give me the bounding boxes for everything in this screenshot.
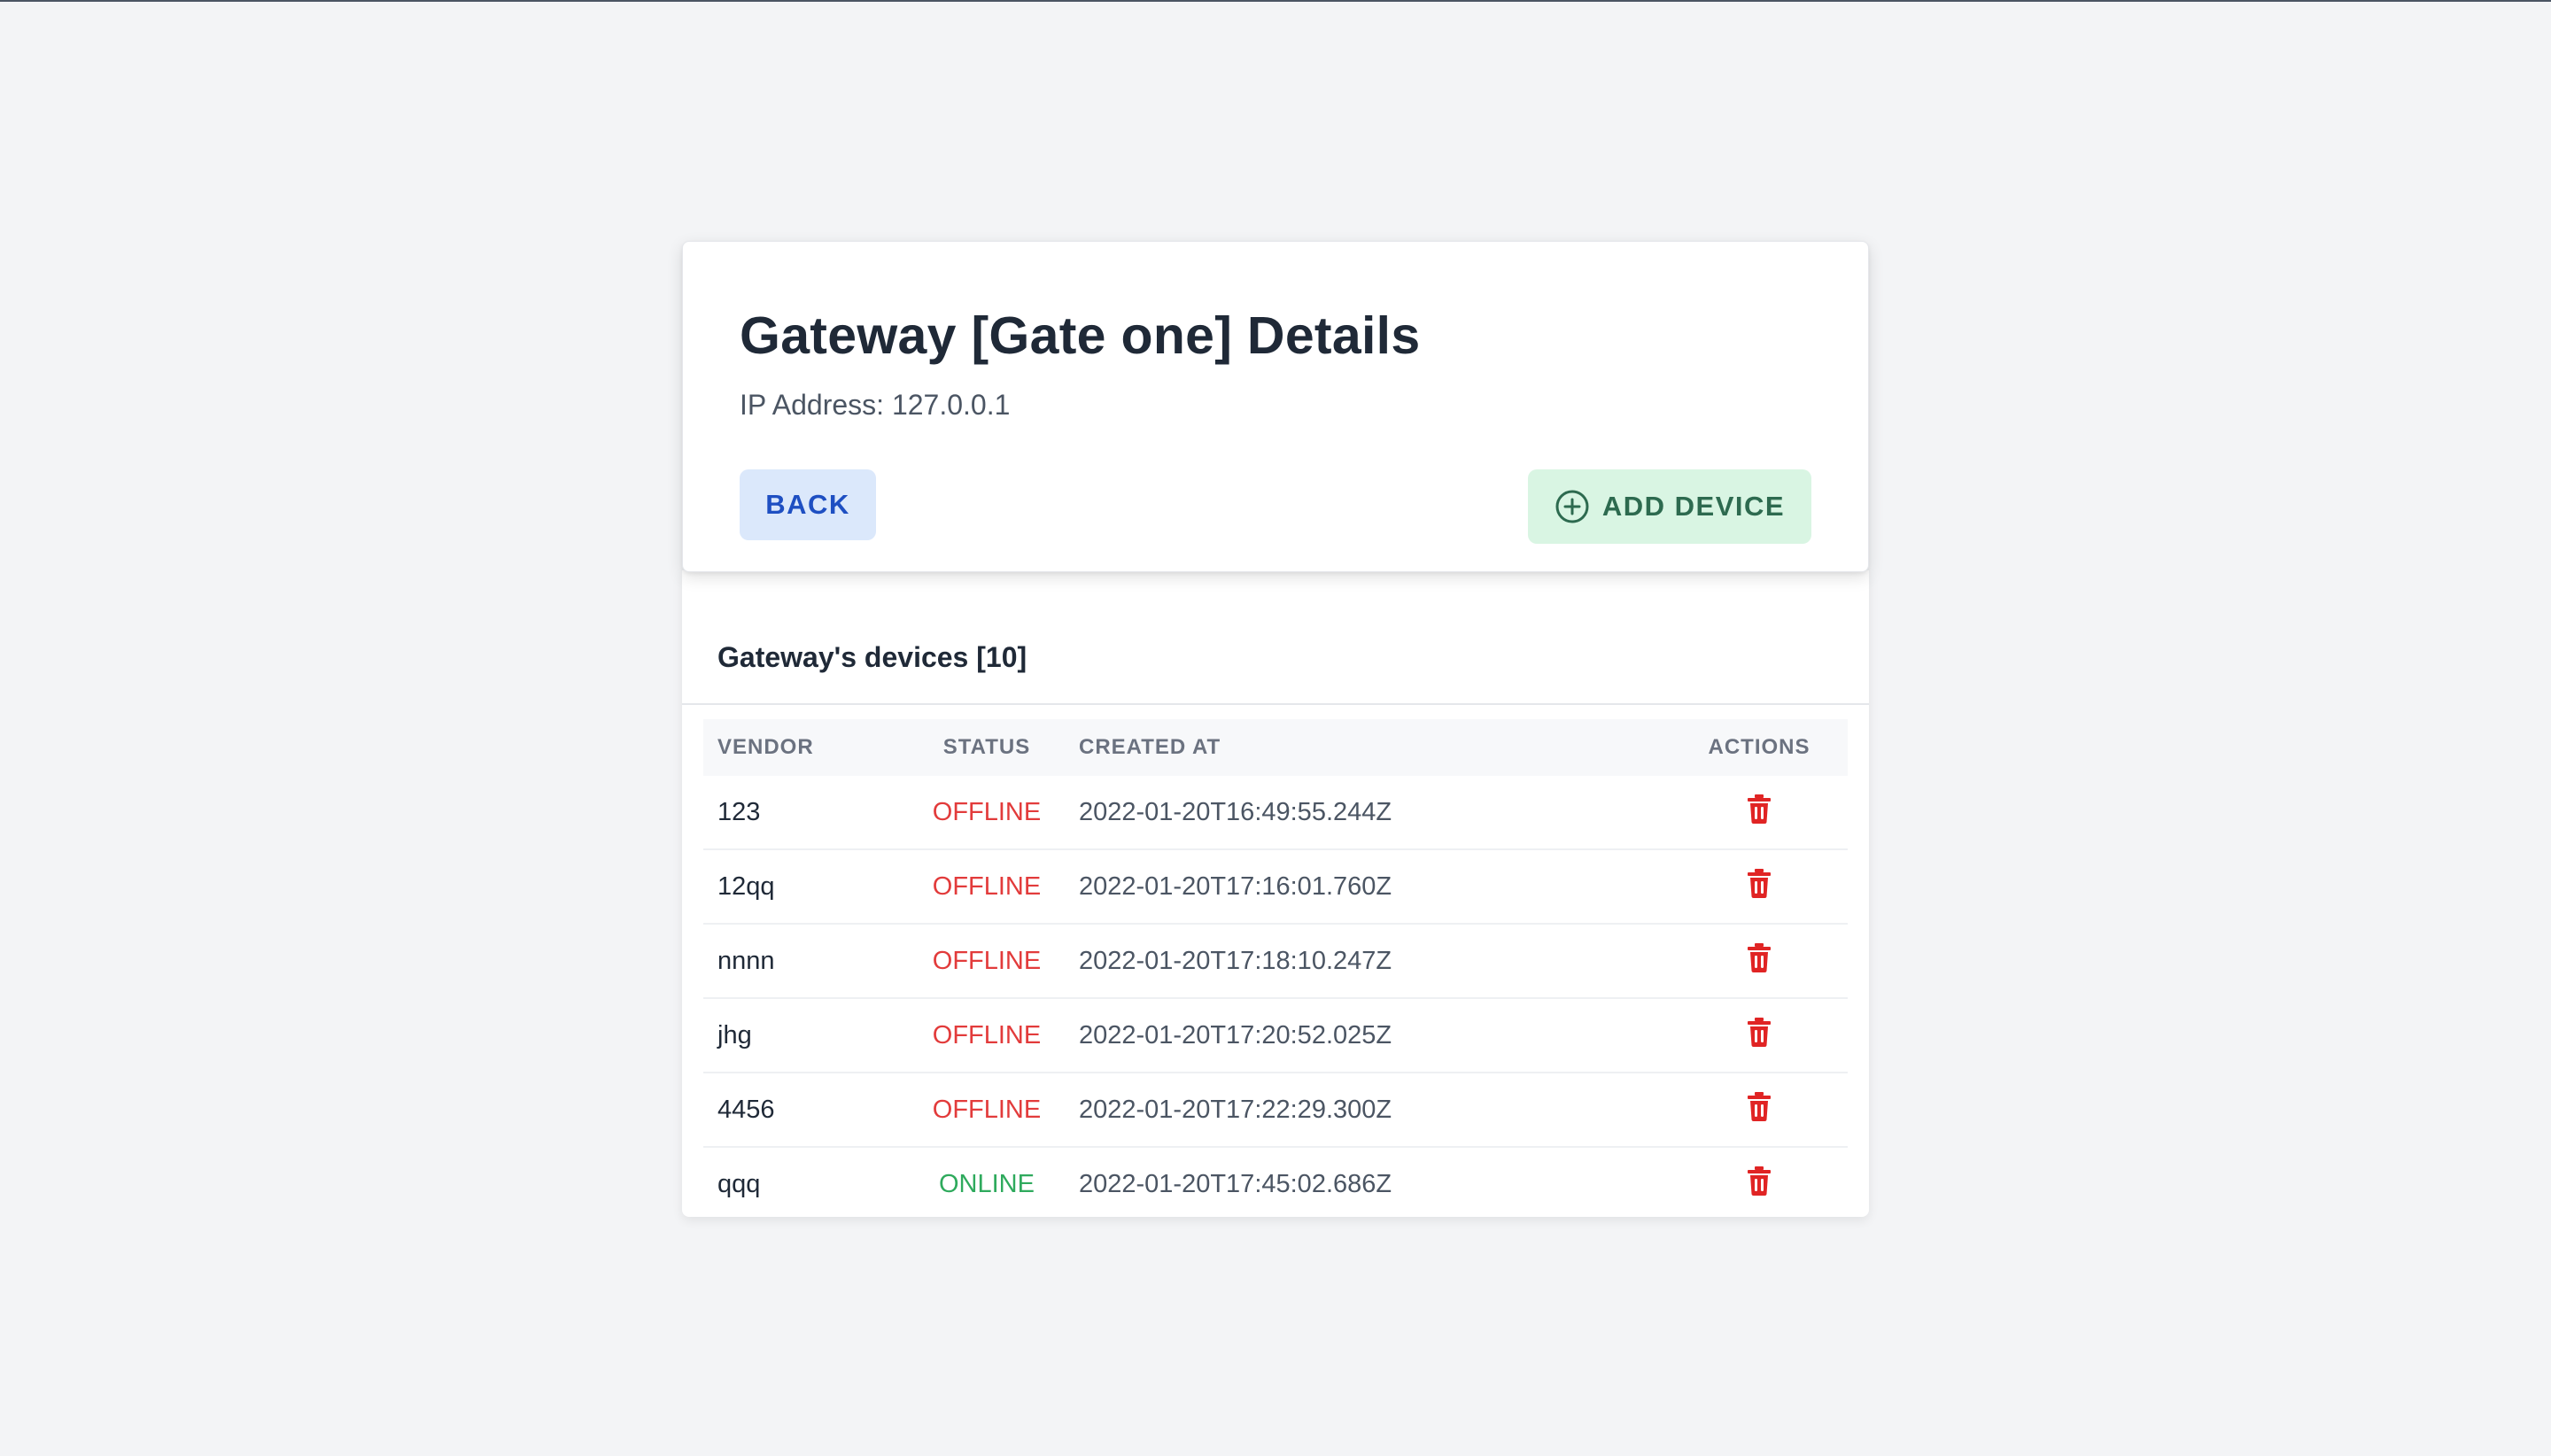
add-device-button-label: ADD DEVICE [1601,491,1786,522]
created-at-cell: 2022-01-20T16:49:55.244Z [1065,776,1671,850]
table-row: 4456 OFFLINE 2022-01-20T17:22:29.300Z [703,1073,1848,1148]
ip-address-text: IP Address: 127.0.0.1 [740,389,1011,421]
devices-card: Gateway's devices [10] VENDOR STATUS CRE… [682,570,1869,1217]
vendor-cell: 12qq [703,849,909,925]
status-cell: OFFLINE [909,776,1065,850]
gateway-details-container: Gateway [Gate one] Details IP Address: 1… [682,241,1869,1217]
actions-cell [1671,1147,1848,1217]
status-cell: OFFLINE [909,849,1065,925]
actions-cell [1671,776,1848,850]
plus-circle-icon [1555,489,1590,524]
devices-table-header: VENDOR STATUS CREATED AT ACTIONS [703,719,1848,776]
page-title: Gateway [Gate one] Details [740,306,1421,365]
divider [682,703,1869,705]
delete-device-button[interactable] [1740,793,1779,832]
status-cell: OFFLINE [909,924,1065,999]
column-header-status: STATUS [942,735,1031,759]
header-row: VENDOR STATUS CREATED AT ACTIONS [703,719,1848,776]
trash-icon [1745,1090,1773,1129]
actions-cell [1671,1073,1848,1148]
created-at-cell: 2022-01-20T17:20:52.025Z [1065,998,1671,1073]
table-row: qqq ONLINE 2022-01-20T17:45:02.686Z [703,1147,1848,1217]
vendor-cell: jhg [703,998,909,1073]
actions-cell [1671,924,1848,999]
devices-heading: Gateway's devices [10] [717,641,1027,673]
devices-table: VENDOR STATUS CREATED AT ACTIONS 123 OFF… [703,719,1848,1217]
vendor-cell: qqq [717,1169,761,1198]
status-cell: OFFLINE [909,1073,1065,1148]
actions-cell [1671,998,1848,1073]
back-button-label: BACK [765,489,850,520]
column-header-vendor: VENDOR [717,735,814,759]
gateway-header-card: Gateway [Gate one] Details IP Address: 1… [682,241,1869,572]
delete-device-button[interactable] [1740,941,1779,980]
table-row: 12qq OFFLINE 2022-01-20T17:16:01.760Z [703,849,1848,925]
table-row: 123 OFFLINE 2022-01-20T16:49:55.244Z [703,776,1848,850]
table-row: jhg OFFLINE 2022-01-20T17:20:52.025Z [703,998,1848,1073]
add-device-button[interactable]: ADD DEVICE [1528,469,1811,544]
back-button[interactable]: BACK [740,469,876,540]
devices-table-body: 123 OFFLINE 2022-01-20T16:49:55.244Z 12q… [703,776,1848,1217]
created-at-cell: 2022-01-20T17:18:10.247Z [1065,924,1671,999]
devices-table-wrap: VENDOR STATUS CREATED AT ACTIONS 123 OFF… [703,719,1848,1217]
vendor-cell: nnnn [703,924,909,999]
trash-icon [1745,793,1773,832]
trash-icon [1745,941,1773,980]
trash-icon [1745,1165,1773,1204]
table-row: nnnn OFFLINE 2022-01-20T17:18:10.247Z [703,924,1848,999]
column-header-created-at: CREATED AT [1079,735,1221,759]
column-header-actions: ACTIONS [1708,735,1811,759]
status-cell: ONLINE [939,1169,1035,1198]
vendor-cell: 123 [703,776,909,850]
created-at-cell: 2022-01-20T17:22:29.300Z [1065,1073,1671,1148]
vendor-cell: 4456 [703,1073,909,1148]
delete-device-button[interactable] [1740,867,1779,906]
actions-cell [1671,849,1848,925]
status-cell: OFFLINE [909,998,1065,1073]
created-at-cell: 2022-01-20T17:16:01.760Z [1065,849,1671,925]
trash-icon [1745,1016,1773,1055]
delete-device-button[interactable] [1740,1016,1779,1055]
created-at-cell: 2022-01-20T17:45:02.686Z [1079,1169,1392,1198]
delete-device-button[interactable] [1740,1090,1779,1129]
delete-device-button[interactable] [1740,1165,1779,1204]
trash-icon [1745,867,1773,906]
